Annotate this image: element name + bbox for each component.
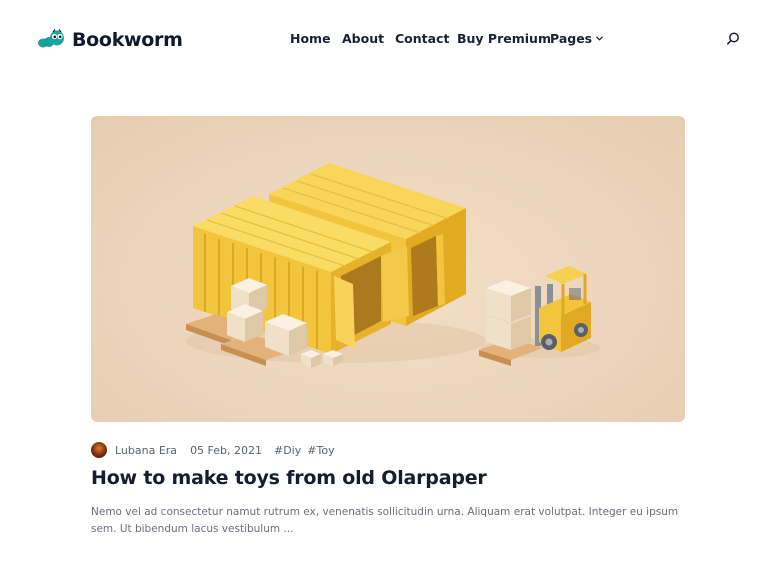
nav-home[interactable]: Home [290, 31, 331, 46]
nav-contact[interactable]: Contact [395, 31, 449, 46]
nav-about[interactable]: About [342, 31, 384, 46]
search-icon[interactable] [725, 31, 741, 47]
shipping-containers-illustration [186, 163, 601, 368]
post-meta: Lubana Era 05 Feb, 2021 #Diy #Toy [91, 441, 341, 459]
author-avatar[interactable] [91, 442, 107, 458]
nav-buy-premium[interactable]: Buy Premium [457, 31, 551, 46]
bookworm-logo-icon [38, 29, 64, 48]
post-date: 05 Feb, 2021 [190, 443, 263, 457]
chevron-down-icon [596, 36, 603, 41]
post-title[interactable]: How to make toys from old Olarpaper [91, 467, 487, 489]
page: Bookworm Home About Contact Buy Premium … [0, 0, 770, 578]
tag-diy[interactable]: #Diy [274, 444, 301, 457]
nav-pages-label: Pages [550, 31, 593, 46]
author-link[interactable]: Lubana Era [115, 444, 177, 457]
nav-pages-dropdown[interactable]: Pages [550, 31, 604, 46]
tag-toy[interactable]: #Toy [307, 444, 334, 457]
brand-name: Bookworm [72, 29, 183, 51]
post-featured-image[interactable] [91, 116, 685, 422]
site-header: Bookworm Home About Contact Buy Premium … [0, 0, 770, 80]
post-excerpt: Nemo vel ad consectetur namut rutrum ex,… [91, 506, 679, 535]
logo-link[interactable]: Bookworm [36, 26, 183, 54]
